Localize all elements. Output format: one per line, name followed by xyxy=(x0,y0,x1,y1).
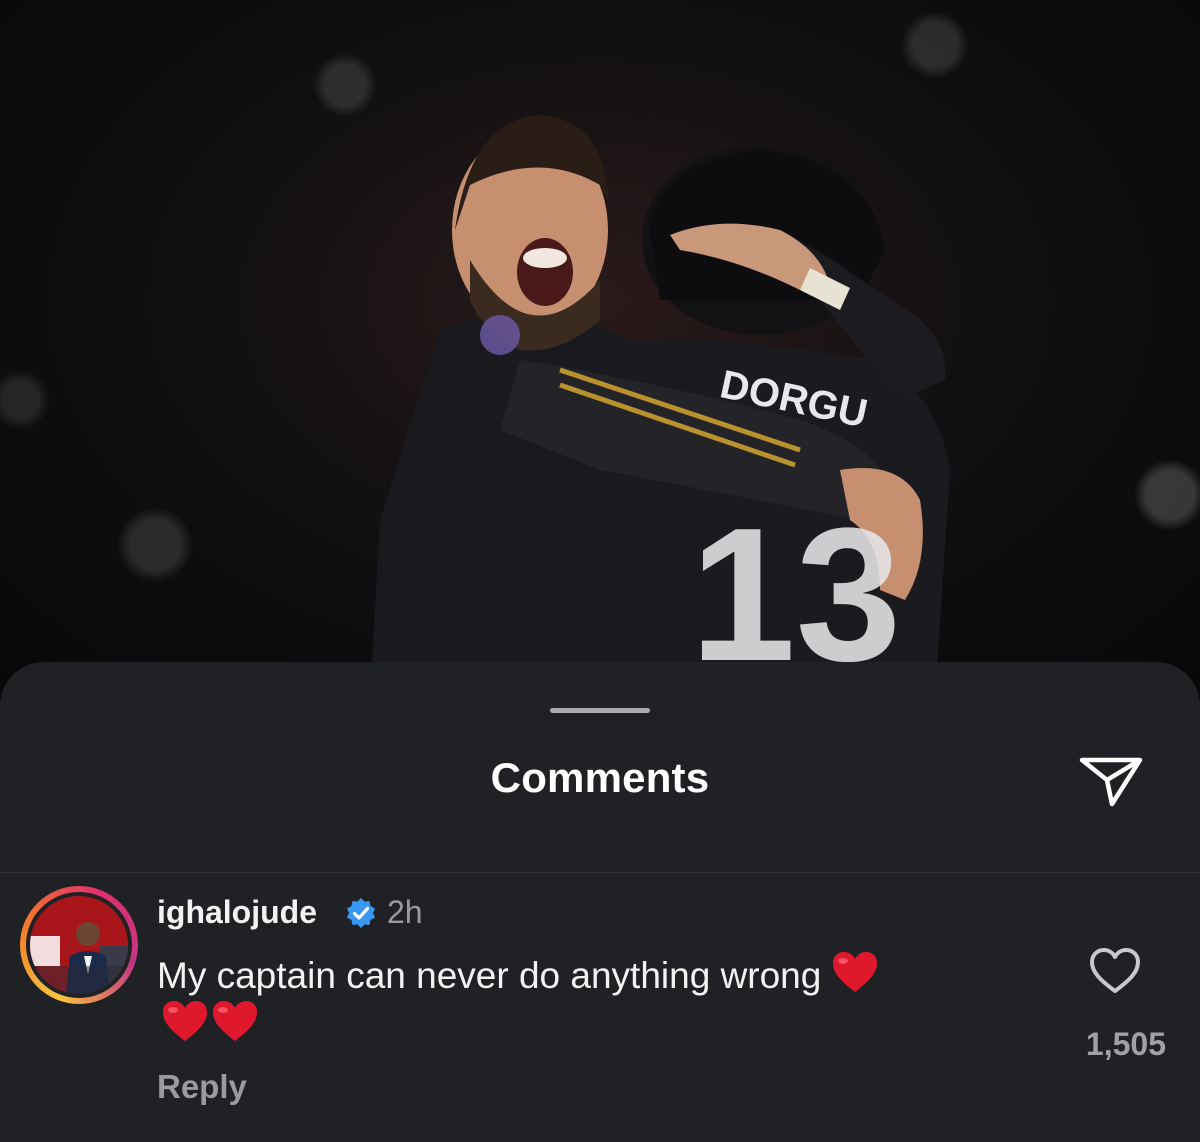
avatar-frame xyxy=(26,892,132,998)
red-heart-emoji-icon xyxy=(213,1001,257,1041)
verified-badge-icon xyxy=(347,898,375,928)
sheet-grabber-handle[interactable] xyxy=(550,708,650,713)
comment-username[interactable]: ighalojude xyxy=(157,894,317,931)
avatar[interactable] xyxy=(20,886,138,1004)
comment-text: My captain can never do anything wrong xyxy=(157,955,822,996)
avatar-image xyxy=(30,896,128,994)
comment-emoji-line xyxy=(157,999,1037,1048)
reply-button[interactable]: Reply xyxy=(157,1068,247,1106)
comments-title: Comments xyxy=(490,754,710,801)
avatar-picture xyxy=(30,896,128,994)
like-count: 1,505 xyxy=(1085,1026,1166,1062)
heart-outline-icon[interactable] xyxy=(1088,946,1142,996)
players-celebration-image: DORGU 13 xyxy=(370,115,950,700)
post-photo: DORGU 13 xyxy=(0,0,1200,700)
comment-body: My captain can never do anything wrong xyxy=(157,950,1037,1048)
red-heart-emoji-icon xyxy=(833,952,878,992)
share-button[interactable] xyxy=(1076,750,1146,810)
paper-plane-icon xyxy=(1079,757,1143,807)
comments-sheet: Comments ighalojude 2h My captain can ne… xyxy=(0,662,1200,1142)
sheet-divider xyxy=(0,872,1200,873)
comment-timestamp: 2h xyxy=(387,894,423,930)
red-heart-emoji-icon xyxy=(163,1001,207,1041)
